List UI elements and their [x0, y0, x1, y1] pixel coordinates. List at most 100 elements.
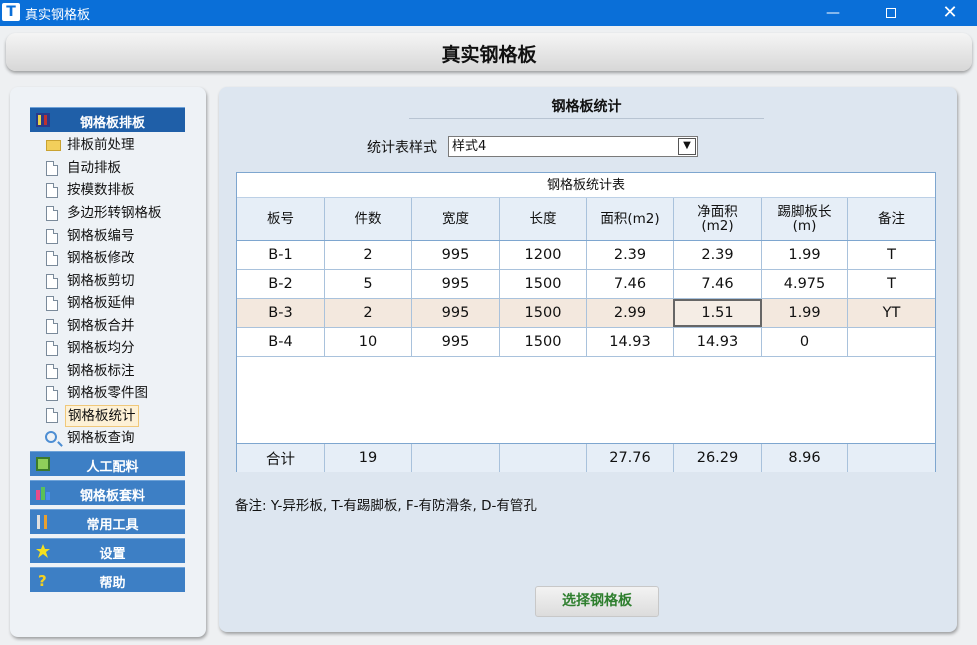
header-text: 长度	[529, 211, 557, 227]
panel-title: 钢格板统计	[551, 99, 622, 115]
category-nesting[interactable]: 钢格板套料	[30, 480, 185, 505]
close-button[interactable]: ✕	[927, 0, 973, 26]
table-cell[interactable]: B-4	[237, 328, 325, 356]
select-grating-button[interactable]: 选择钢格板	[535, 586, 659, 617]
table-cell[interactable]: 1500	[500, 299, 587, 327]
header-text: (m)	[792, 218, 817, 234]
category-grating-layout[interactable]: 钢格板排板	[30, 107, 185, 132]
table-cell[interactable]: 5	[325, 270, 412, 298]
header-cell[interactable]: 长度	[500, 198, 587, 240]
document-icon	[46, 341, 58, 356]
table-cell[interactable]: 2	[325, 299, 412, 327]
document-icon	[46, 274, 58, 289]
sidebar-item-label: 排板前处理	[67, 137, 135, 153]
table-cell[interactable]: 14.93	[674, 328, 762, 356]
table-cell[interactable]: 995	[412, 299, 500, 327]
sidebar-item-polygon-convert[interactable]: 多边形转钢格板	[46, 203, 198, 225]
table-cell[interactable]: 1500	[500, 328, 587, 356]
sidebar-item-numbering[interactable]: 钢格板编号	[46, 226, 198, 248]
sidebar-item-modify[interactable]: 钢格板修改	[46, 248, 198, 270]
sidebar-item-label: 钢格板合并	[67, 318, 135, 334]
table-cell[interactable]: T	[848, 241, 935, 269]
header-text: 件数	[354, 211, 382, 227]
table-cell[interactable]: 2.99	[587, 299, 674, 327]
header-cell[interactable]: 净面积 (m2)	[674, 198, 762, 240]
header-cell[interactable]: 备注	[848, 198, 935, 240]
document-icon	[46, 229, 58, 244]
total-cell	[500, 444, 587, 472]
table-cell[interactable]: 2.39	[674, 241, 762, 269]
header-text: 净面积	[697, 204, 738, 220]
sidebar-item-cut[interactable]: 钢格板剪切	[46, 271, 198, 293]
sidebar-item-auto-layout[interactable]: 自动排板	[46, 158, 198, 180]
table-cell[interactable]: 4.975	[762, 270, 848, 298]
sidebar-item-extend[interactable]: 钢格板延伸	[46, 293, 198, 315]
document-icon	[46, 183, 58, 198]
document-icon	[46, 161, 58, 176]
sidebar-item-label: 钢格板统计	[65, 405, 139, 427]
document-icon	[46, 364, 58, 379]
table-cell[interactable]: 995	[412, 270, 500, 298]
header-cell[interactable]: 件数	[325, 198, 412, 240]
category-label: 常用工具	[86, 518, 139, 533]
sidebar-item-modulus-layout[interactable]: 按模数排板	[46, 180, 198, 202]
table-cell[interactable]: 995	[412, 241, 500, 269]
total-cell: 8.96	[762, 444, 848, 472]
table-cell[interactable]: YT	[848, 299, 935, 327]
table-cell[interactable]: 1200	[500, 241, 587, 269]
chevron-down-icon[interactable]: ▼	[678, 138, 696, 155]
table-total-row: 合计 19 27.76 26.29 8.96	[237, 443, 935, 472]
header-cell[interactable]: 板号	[237, 198, 325, 240]
table-cell[interactable]: 2	[325, 241, 412, 269]
table-cell[interactable]: 1.99	[762, 299, 848, 327]
table-cell[interactable]: 1500	[500, 270, 587, 298]
title-divider	[409, 118, 764, 119]
sidebar-item-merge[interactable]: 钢格板合并	[46, 316, 198, 338]
document-icon	[46, 386, 58, 401]
table-row[interactable]: B-2 5 995 1500 7.46 7.46 4.975 T	[237, 270, 935, 299]
table-row[interactable]: B-1 2 995 1200 2.39 2.39 1.99 T	[237, 241, 935, 270]
table-cell[interactable]: 7.46	[674, 270, 762, 298]
sidebar-item-preprocess[interactable]: 排板前处理	[46, 135, 198, 157]
table-caption: 钢格板统计表	[237, 173, 935, 198]
table-cell[interactable]: 1.99	[762, 241, 848, 269]
minimize-button[interactable]: —	[810, 0, 856, 26]
maximize-button[interactable]	[868, 0, 914, 26]
total-cell	[412, 444, 500, 472]
table-row[interactable]: B-3 2 995 1500 2.99 1.51 1.99 YT	[237, 299, 935, 328]
table-cell-focused[interactable]: 1.51	[673, 299, 762, 327]
category-manual-batching[interactable]: 人工配料	[30, 451, 185, 476]
header-cell[interactable]: 踢脚板长 (m)	[762, 198, 848, 240]
table-cell[interactable]: 10	[325, 328, 412, 356]
sidebar-item-annotate[interactable]: 钢格板标注	[46, 361, 198, 383]
category-help[interactable]: ? 帮助	[30, 567, 185, 592]
page-title: 真实钢格板	[441, 44, 537, 66]
sidebar-item-part-drawing[interactable]: 钢格板零件图	[46, 383, 198, 405]
sidebar-item-label: 钢格板均分	[67, 340, 135, 356]
sidebar-item-label: 钢格板剪切	[67, 273, 135, 289]
table-cell[interactable]	[848, 328, 935, 356]
table-cell[interactable]: T	[848, 270, 935, 298]
table-cell[interactable]: 14.93	[587, 328, 674, 356]
category-tools[interactable]: 常用工具	[30, 509, 185, 534]
sidebar-item-divide[interactable]: 钢格板均分	[46, 338, 198, 360]
sidebar-item-label: 自动排板	[67, 160, 121, 176]
table-cell[interactable]: B-2	[237, 270, 325, 298]
header-cell[interactable]: 宽度	[412, 198, 500, 240]
table-cell[interactable]: B-1	[237, 241, 325, 269]
sidebar-item-label: 钢格板修改	[67, 250, 135, 266]
table-cell[interactable]: 0	[762, 328, 848, 356]
table-cell[interactable]: 995	[412, 328, 500, 356]
sidebar-item-statistics[interactable]: 钢格板统计	[46, 405, 198, 427]
window-title: 真实钢格板	[25, 8, 91, 23]
table-cell[interactable]: 2.39	[587, 241, 674, 269]
category-settings[interactable]: 设置	[30, 538, 185, 563]
style-select[interactable]: 样式4 ▼	[448, 136, 698, 157]
folder-icon	[46, 140, 61, 151]
sidebar-item-label: 钢格板查询	[67, 430, 135, 446]
table-cell[interactable]: B-3	[237, 299, 325, 327]
table-cell[interactable]: 7.46	[587, 270, 674, 298]
header-cell[interactable]: 面积(m2)	[587, 198, 674, 240]
sidebar-item-query[interactable]: 钢格板查询	[45, 428, 198, 450]
table-row[interactable]: B-4 10 995 1500 14.93 14.93 0	[237, 328, 935, 357]
